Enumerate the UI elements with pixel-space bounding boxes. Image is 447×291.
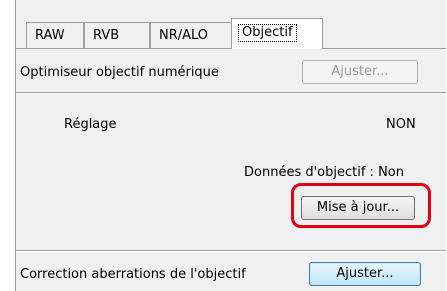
section-divider-top	[16, 92, 446, 94]
tab-nr-alo[interactable]: NR/ALO	[150, 22, 232, 48]
tab-objectif-label: Objectif	[238, 24, 297, 42]
setting-label: Réglage	[64, 117, 117, 132]
tab-raw-label: RAW	[35, 28, 65, 43]
highlight-annotation	[291, 183, 431, 228]
optimizer-adjust-button[interactable]: Ajuster...	[302, 60, 418, 84]
tab-rvb-label: RVB	[93, 28, 120, 43]
optimizer-label: Optimiseur objectif numérique	[20, 65, 219, 80]
lens-settings-panel: RAW RVB NR/ALO Objectif Optimiseur objec…	[15, 0, 446, 291]
tab-raw[interactable]: RAW	[26, 22, 84, 48]
tab-nr-alo-label: NR/ALO	[159, 28, 209, 43]
setting-value: NON	[386, 117, 416, 132]
tab-strip: RAW RVB NR/ALO Objectif	[16, 0, 446, 52]
tab-rvb[interactable]: RVB	[84, 22, 150, 48]
aberration-adjust-button[interactable]: Ajuster...	[309, 262, 421, 286]
lens-data-status: Données d'objectif : Non	[244, 165, 404, 180]
tab-objectif[interactable]: Objectif	[231, 18, 323, 49]
aberration-label: Correction aberrations de l'objectif	[20, 267, 246, 282]
section-divider-bottom	[16, 250, 446, 252]
